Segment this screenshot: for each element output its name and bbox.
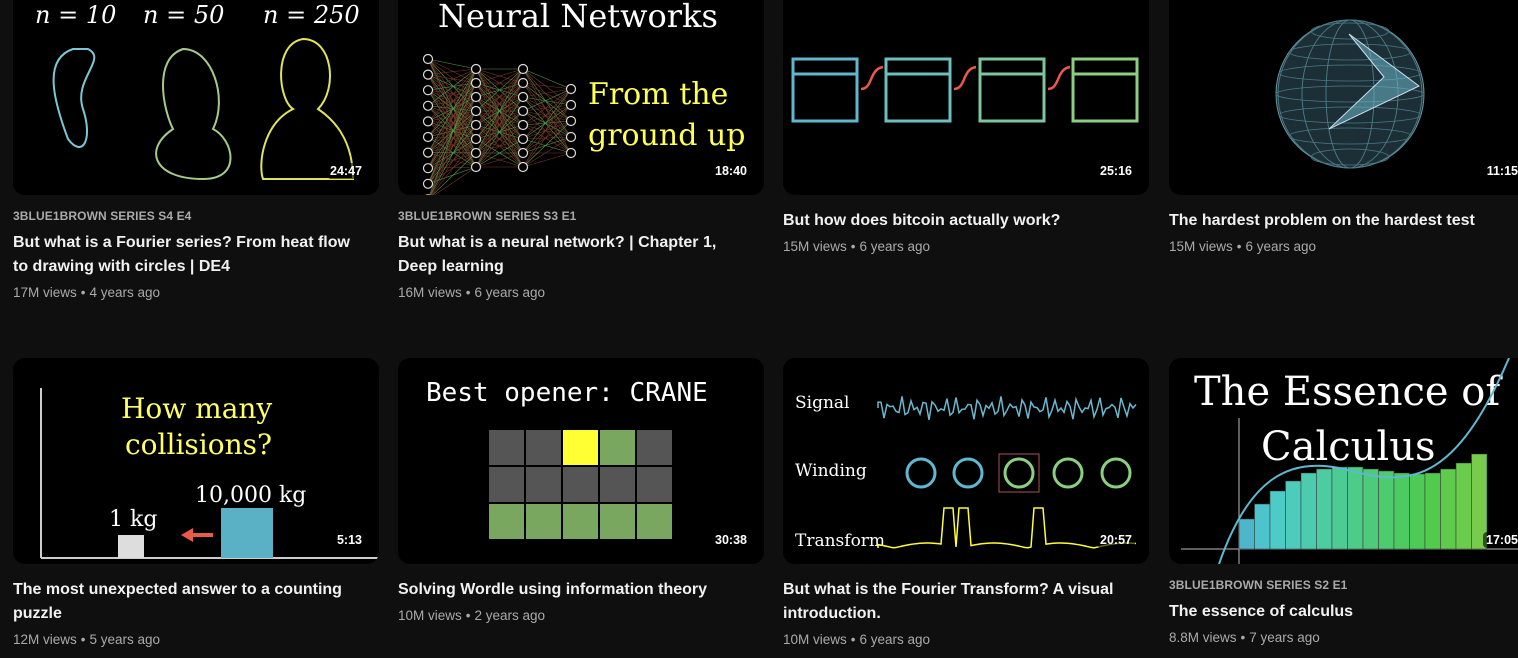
video-title[interactable]: But what is the Fourier Transform? A vis… <box>783 578 1123 626</box>
video-card[interactable]: Best opener: CRANE 30:38 Solving Wordle … <box>398 358 764 626</box>
series-label[interactable]: 3BLUE1BROWN SERIES S4 E4 <box>13 209 379 223</box>
view-count: 8.8M views <box>1169 630 1237 645</box>
thumb-text: n = 50 <box>143 1 224 29</box>
view-count: 15M views <box>1169 239 1233 254</box>
duration-badge: 30:38 <box>712 532 750 548</box>
video-thumbnail[interactable]: Signal Winding Transform 20:57 <box>783 358 1149 564</box>
upload-age: 2 years ago <box>474 608 546 623</box>
video-card[interactable]: n = 10 n = 50 n = 250 24:47 3BLUE1BROWN … <box>13 0 379 303</box>
video-thumbnail[interactable]: Neural Networks From the ground up 18:40 <box>398 0 764 195</box>
video-title[interactable]: But what is a Fourier series? From heat … <box>13 231 353 279</box>
thumb-text: 10,000 kg <box>195 483 306 508</box>
thumbnail-art: n = 10 n = 50 n = 250 <box>35 1 360 181</box>
thumbnail-art <box>1275 19 1425 169</box>
separator: • <box>850 239 856 254</box>
video-meta: 15M views • 6 years ago <box>1169 237 1518 257</box>
separator: • <box>850 632 856 647</box>
video-thumbnail[interactable]: The Essence of Calculus 17:05 <box>1169 358 1518 564</box>
upload-age: 6 years ago <box>474 285 546 300</box>
video-meta: 10M views • 2 years ago <box>398 606 764 626</box>
thumb-text: n = 250 <box>263 1 360 29</box>
upload-age: 6 years ago <box>859 632 931 647</box>
thumbnail-art <box>791 57 1139 123</box>
thumb-text: 1 kg <box>109 507 157 532</box>
view-count: 10M views <box>398 608 462 623</box>
separator: • <box>465 608 471 623</box>
thumb-text: n = 10 <box>35 1 116 29</box>
video-card[interactable]: The Essence of Calculus 17:05 3BLUE1BROW… <box>1169 358 1518 648</box>
thumb-text: The Essence of <box>1194 369 1503 415</box>
video-title[interactable]: But what is a neural network? | Chapter … <box>398 231 738 279</box>
video-thumbnail[interactable]: How many collisions? 1 kg 10,000 kg 5:13 <box>13 358 379 564</box>
duration-badge: 11:15 <box>1483 163 1518 179</box>
view-count: 12M views <box>13 632 77 647</box>
video-title[interactable]: The hardest problem on the hardest test <box>1169 209 1509 233</box>
video-meta: 16M views • 6 years ago <box>398 283 764 303</box>
duration-badge: 24:47 <box>327 163 365 179</box>
view-count: 15M views <box>783 239 847 254</box>
series-label[interactable]: 3BLUE1BROWN SERIES S2 E1 <box>1169 578 1518 592</box>
upload-age: 6 years ago <box>1245 239 1317 254</box>
thumbnail-art: Signal Winding Transform <box>795 393 1137 551</box>
video-title[interactable]: The essence of calculus <box>1169 600 1509 624</box>
video-thumbnail[interactable]: Best opener: CRANE 30:38 <box>398 358 764 564</box>
thumb-text: From the <box>588 77 728 112</box>
duration-badge: 25:16 <box>1097 163 1135 179</box>
duration-badge: 20:57 <box>1097 532 1135 548</box>
thumb-text: Best opener: CRANE <box>426 378 708 408</box>
video-card[interactable]: 11:15 The hardest problem on the hardest… <box>1169 0 1518 257</box>
video-card[interactable]: 25:16 But how does bitcoin actually work… <box>783 0 1149 257</box>
separator: • <box>80 285 86 300</box>
thumbnail-art: Best opener: CRANE <box>426 378 708 539</box>
thumb-text: Calculus <box>1261 424 1436 470</box>
duration-badge: 17:05 <box>1483 532 1518 548</box>
series-label[interactable]: 3BLUE1BROWN SERIES S3 E1 <box>398 209 764 223</box>
video-thumbnail[interactable]: n = 10 n = 50 n = 250 24:47 <box>13 0 379 195</box>
video-meta: 12M views • 5 years ago <box>13 630 379 650</box>
upload-age: 7 years ago <box>1249 630 1320 645</box>
separator: • <box>1240 630 1246 645</box>
view-count: 16M views <box>398 285 462 300</box>
video-thumbnail[interactable]: 25:16 <box>783 0 1149 195</box>
video-meta: 15M views • 6 years ago <box>783 237 1149 257</box>
video-title[interactable]: But how does bitcoin actually work? <box>783 209 1123 233</box>
video-card[interactable]: Signal Winding Transform 20:57 But what … <box>783 358 1149 650</box>
thumb-text: Transform <box>795 531 885 551</box>
thumbnail-art: How many collisions? 1 kg 10,000 kg <box>40 388 379 559</box>
thumbnail-art: The Essence of Calculus <box>1181 358 1518 564</box>
thumb-text: Signal <box>795 393 850 413</box>
video-meta: 10M views • 6 years ago <box>783 630 1149 650</box>
video-title[interactable]: Solving Wordle using information theory <box>398 578 738 602</box>
separator: • <box>465 285 471 300</box>
thumbnail-art: Neural Networks From the ground up <box>422 0 746 195</box>
upload-age: 5 years ago <box>89 632 161 647</box>
video-card[interactable]: How many collisions? 1 kg 10,000 kg 5:13… <box>13 358 379 650</box>
video-card[interactable]: Neural Networks From the ground up 18:40… <box>398 0 764 303</box>
video-meta: 17M views • 4 years ago <box>13 283 379 303</box>
view-count: 17M views <box>13 285 77 300</box>
video-title[interactable]: The most unexpected answer to a counting… <box>13 578 353 626</box>
duration-badge: 18:40 <box>712 163 750 179</box>
thumb-text: How many <box>121 392 272 425</box>
duration-badge: 5:13 <box>333 532 365 548</box>
upload-age: 4 years ago <box>89 285 161 300</box>
separator: • <box>80 632 86 647</box>
thumb-text: Neural Networks <box>438 0 718 35</box>
thumb-text: Winding <box>795 461 867 481</box>
view-count: 10M views <box>783 632 847 647</box>
thumb-text: collisions? <box>125 428 272 461</box>
video-meta: 8.8M views • 7 years ago <box>1169 628 1518 648</box>
separator: • <box>1236 239 1242 254</box>
thumb-text: ground up <box>588 118 746 153</box>
video-thumbnail[interactable]: 11:15 <box>1169 0 1518 195</box>
upload-age: 6 years ago <box>859 239 931 254</box>
